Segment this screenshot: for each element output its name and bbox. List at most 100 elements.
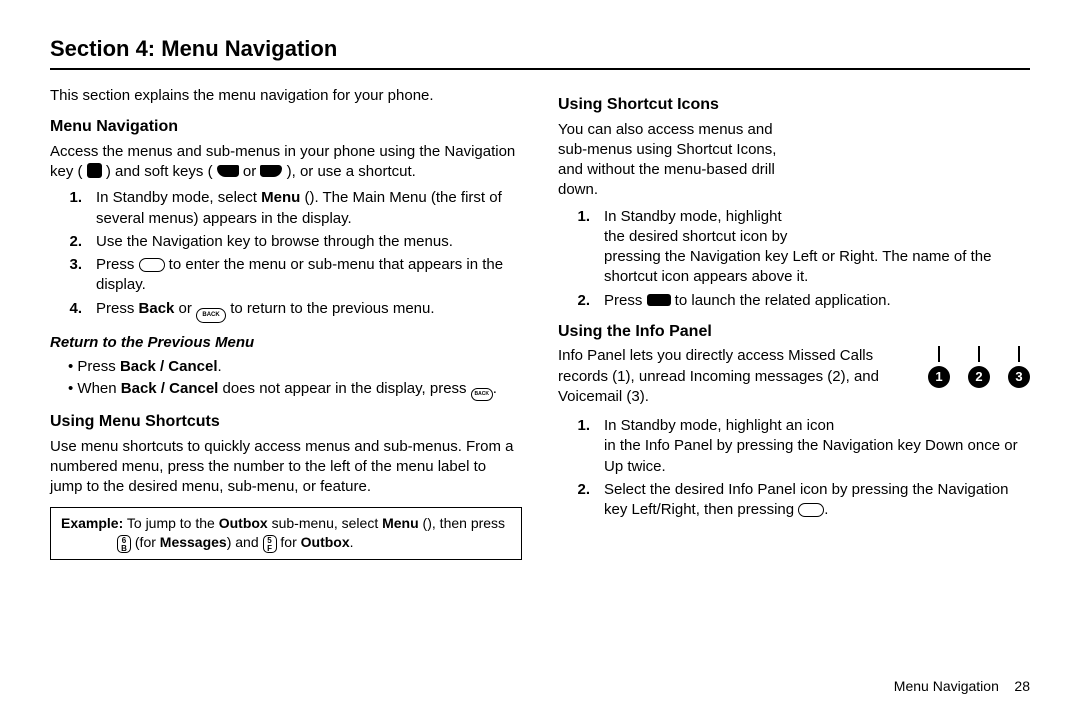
text: to launch the related application. [671, 292, 891, 309]
page-number: 28 [1014, 678, 1030, 694]
text: In Standby mode, highlight an icon [604, 417, 834, 434]
soft-key-icon [647, 294, 671, 306]
callout-number: 1 [928, 366, 950, 388]
menu-nav-steps: 1. In Standby mode, select Menu (). The … [50, 188, 522, 322]
step-2: 2. Use the Navigation key to browse thro… [50, 232, 522, 252]
menu-shortcuts-heading: Using Menu Shortcuts [50, 411, 522, 433]
text: . [350, 534, 354, 550]
left-column: This section explains the menu navigatio… [50, 84, 522, 560]
key-letter: B [121, 544, 127, 553]
bold: Back / Cancel [120, 358, 218, 375]
info-panel-paragraph: Info Panel lets you directly access Miss… [558, 346, 904, 407]
text: to return to the previous menu. [226, 300, 434, 317]
info-panel-callouts: 1 2 3 [928, 346, 1030, 388]
si-step-1: 1. In Standby mode, highlight the desire… [558, 207, 1030, 288]
step-text: In Standby mode, highlight an icon in th… [604, 416, 1030, 477]
two-column-layout: This section explains the menu navigatio… [50, 84, 1030, 560]
text: . [824, 501, 828, 518]
text: ), or use a shortcut. [287, 163, 416, 180]
ok-key-icon [798, 503, 824, 517]
return-bullets: Press Back / Cancel. When Back / Cancel … [50, 357, 522, 401]
step-text: Press to enter the menu or sub-menu that… [96, 255, 522, 296]
callout-number: 2 [968, 366, 990, 388]
soft-key-right-icon [260, 165, 282, 177]
step-number: 2. [558, 291, 604, 311]
bold: Messages [160, 534, 227, 550]
ip-step-1: 1. In Standby mode, highlight an icon in… [558, 416, 1030, 477]
menu-navigation-heading: Menu Navigation [50, 116, 522, 138]
callout-tick [938, 346, 940, 362]
info-panel-row: Info Panel lets you directly access Miss… [558, 346, 1030, 413]
text: in the Info Panel by pressing the Naviga… [604, 437, 1018, 474]
bold: Back / Cancel [121, 380, 219, 397]
section-title: Section 4: Menu Navigation [50, 36, 1030, 62]
step-number: 3. [50, 255, 96, 275]
step-text: Press to launch the related application. [604, 291, 1030, 311]
example-box: Example: To jump to the Outbox sub-menu,… [50, 507, 522, 559]
ok-key-icon [139, 258, 165, 272]
bold: Back [139, 300, 175, 317]
example-line-2: 6B (for Messages) and 5F for Outbox. [61, 533, 511, 553]
keypad-5-icon: 5F [263, 535, 277, 553]
step-text: In Standby mode, highlight the desired s… [604, 207, 1030, 288]
navigation-key-icon [87, 163, 102, 178]
info-panel-steps: 1. In Standby mode, highlight an icon in… [558, 416, 1030, 520]
callout-number: 3 [1008, 366, 1030, 388]
step-text: Select the desired Info Panel icon by pr… [604, 480, 1030, 521]
text: (for [135, 534, 160, 550]
text: does not appear in the display, press [218, 380, 470, 397]
text: or [243, 163, 261, 180]
text: for [280, 534, 300, 550]
shortcut-icons-steps: 1. In Standby mode, highlight the desire… [558, 207, 1030, 311]
step-number: 2. [50, 232, 96, 252]
text: To jump to the [123, 515, 218, 531]
bold: Outbox [301, 534, 350, 550]
bullet-2: When Back / Cancel does not appear in th… [68, 379, 522, 401]
page-footer: Menu Navigation 28 [894, 678, 1030, 694]
back-key-icon [196, 308, 226, 323]
text: In Standby mode, select [96, 189, 261, 206]
text: Press [604, 292, 647, 309]
text: or [174, 300, 196, 317]
text: Press [96, 256, 139, 273]
callout-2: 2 [968, 346, 990, 388]
text: ), then press [427, 515, 505, 531]
step-text: Press Back or to return to the previous … [96, 299, 522, 323]
menu-shortcuts-paragraph: Use menu shortcuts to quickly access men… [50, 437, 522, 498]
callout-1: 1 [928, 346, 950, 388]
bold: Outbox [219, 515, 268, 531]
text: ) and soft keys ( [106, 163, 213, 180]
text: . [218, 358, 222, 375]
step-3: 3. Press to enter the menu or sub-menu t… [50, 255, 522, 296]
step-1: 1. In Standby mode, select Menu (). The … [50, 188, 522, 229]
manual-page: Section 4: Menu Navigation This section … [0, 0, 1080, 720]
info-panel-heading: Using the Info Panel [558, 321, 1030, 343]
section-rule [50, 68, 1030, 70]
keypad-6-icon: 6B [117, 535, 131, 553]
intro-text: This section explains the menu navigatio… [50, 86, 522, 106]
step-number: 1. [558, 416, 604, 436]
bold: Menu [382, 515, 419, 531]
si-step-2: 2. Press to launch the related applicati… [558, 291, 1030, 311]
step-text: In Standby mode, select Menu (). The Mai… [96, 188, 522, 229]
text: . [493, 380, 497, 397]
step-4: 4. Press Back or to return to the previo… [50, 299, 522, 323]
key-letter: F [267, 544, 272, 553]
callout-tick [1018, 346, 1020, 362]
step-text: Use the Navigation key to browse through… [96, 232, 522, 252]
example-label: Example: [61, 515, 123, 531]
text: ) and [227, 534, 263, 550]
step-number: 4. [50, 299, 96, 319]
step-number: 1. [558, 207, 604, 227]
step-number: 2. [558, 480, 604, 500]
callout-3: 3 [1008, 346, 1030, 388]
shortcut-icons-heading: Using Shortcut Icons [558, 94, 1030, 116]
footer-label: Menu Navigation [894, 678, 999, 694]
text: Press [77, 358, 120, 375]
text: ( [419, 515, 428, 531]
text: Press [96, 300, 139, 317]
return-previous-heading: Return to the Previous Menu [50, 333, 522, 353]
soft-key-left-icon [217, 165, 239, 177]
ip-step-2: 2. Select the desired Info Panel icon by… [558, 480, 1030, 521]
shortcut-icons-paragraph: You can also access menus and sub-menus … [558, 120, 798, 201]
